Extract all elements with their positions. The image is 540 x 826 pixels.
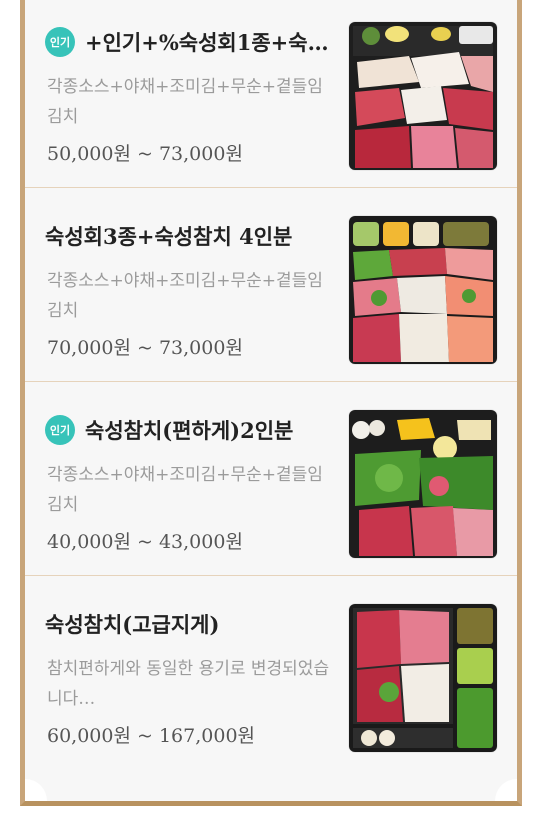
menu-item[interactable]: 인기 숙성참치(편하게)2인분 각종소스+야채+조미김+무순+곁들임김치 40,… [25, 382, 517, 576]
tuna-platter-icon [349, 604, 497, 752]
popular-badge: 인기 [45, 415, 75, 445]
sashimi-platter-image[interactable] [349, 216, 497, 364]
menu-card: 인기 +인기+%숙성회1종+숙… 각종소스+야채+조미김+무순+곁들임김치 50… [20, 0, 522, 806]
menu-item-description: 각종소스+야채+조미김+무순+곁들임김치 [47, 77, 323, 127]
menu-item-title: 숙성참치(고급지게) [45, 612, 220, 637]
sashimi-platter-icon [349, 216, 497, 364]
frame-corner-right [495, 779, 517, 801]
menu-item-title-row: 인기 숙성참치(편하게)2인분 [45, 410, 345, 450]
menu-item-price: 40,000원 ~ 43,000원 [47, 531, 243, 553]
frame-corner-left [25, 779, 47, 801]
menu-item-title: +인기+%숙성회1종+숙… [85, 30, 329, 55]
menu-item-title-row: 숙성회3종+숙성참치 4인분 [45, 216, 345, 256]
menu-item-price: 70,000원 ~ 73,000원 [47, 337, 243, 359]
menu-item-price: 50,000원 ~ 73,000원 [47, 143, 243, 165]
menu-item-description: 각종소스+야채+조미김+무순+곁들임김치 [47, 271, 323, 321]
tuna-platter-image[interactable] [349, 410, 497, 558]
tuna-platter-icon [349, 410, 497, 558]
menu-item-description: 각종소스+야채+조미김+무순+곁들임김치 [47, 465, 323, 515]
menu-item-price: 60,000원 ~ 167,000원 [47, 725, 256, 747]
sashimi-platter-icon [349, 22, 497, 170]
menu-item[interactable]: 숙성참치(고급지게) 참치편하게와 동일한 용기로 변경되었습니다… 60,00… [25, 576, 517, 770]
menu-item-title: 숙성회3종+숙성참치 4인분 [45, 224, 293, 249]
popular-badge: 인기 [45, 27, 75, 57]
tuna-platter-image[interactable] [349, 604, 497, 752]
menu-item[interactable]: 인기 +인기+%숙성회1종+숙… 각종소스+야채+조미김+무순+곁들임김치 50… [25, 0, 517, 188]
sashimi-platter-image[interactable] [349, 22, 497, 170]
menu-item-title: 숙성참치(편하게)2인분 [85, 418, 294, 443]
menu-item[interactable]: 숙성회3종+숙성참치 4인분 각종소스+야채+조미김+무순+곁들임김치 70,0… [25, 188, 517, 382]
menu-list: 인기 +인기+%숙성회1종+숙… 각종소스+야채+조미김+무순+곁들임김치 50… [25, 0, 517, 770]
menu-item-description: 참치편하게와 동일한 용기로 변경되었습니다… [47, 659, 330, 709]
menu-item-title-row: 숙성참치(고급지게) [45, 604, 345, 644]
menu-item-title-row: 인기 +인기+%숙성회1종+숙… [45, 22, 345, 62]
